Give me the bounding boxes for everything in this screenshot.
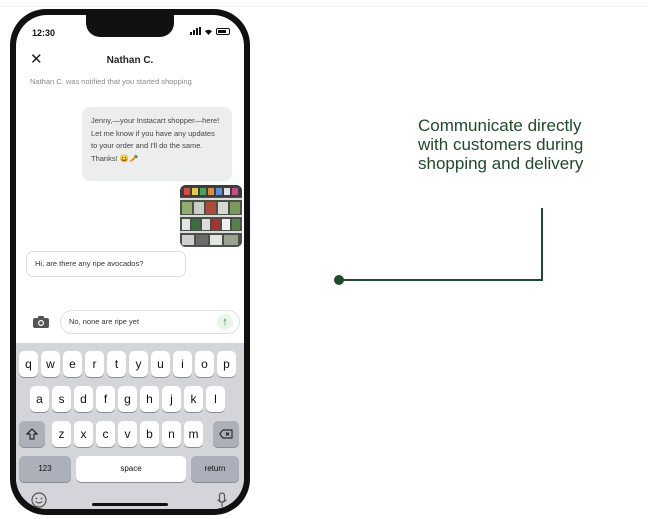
- connector-line: [334, 208, 543, 285]
- connector-dot: [334, 275, 344, 285]
